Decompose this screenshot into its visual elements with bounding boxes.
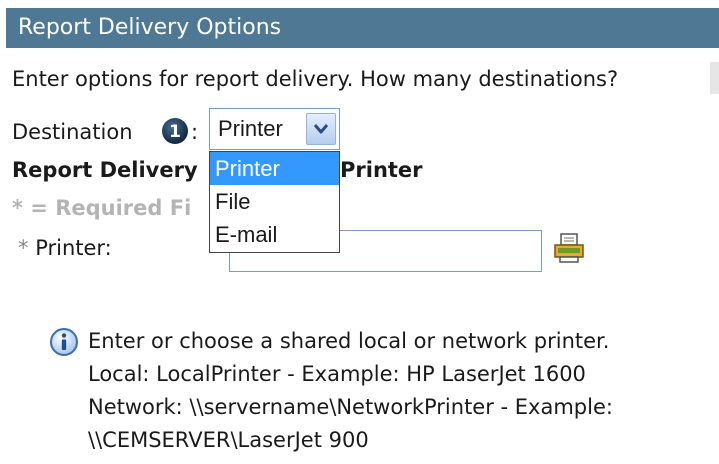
help-line: \\CEMSERVER\LaserJet 900: [88, 428, 369, 452]
help-line: Enter or choose a shared local or networ…: [88, 329, 610, 353]
section-heading: Report Delivery: [12, 158, 198, 182]
chevron-down-icon: [313, 124, 329, 134]
report-delivery-panel: Report Delivery Options Enter options fo…: [0, 0, 719, 464]
step-number: 1: [169, 122, 181, 142]
destination-select-value: Printer: [218, 116, 283, 141]
section-heading-suffix: Printer: [340, 158, 423, 182]
printer-icon[interactable]: [552, 232, 586, 264]
panel-title: Report Delivery Options: [18, 15, 282, 40]
required-field-note: * = Required Fi: [12, 196, 192, 220]
destination-label: Destination: [12, 120, 133, 144]
destination-dropdown-list: Printer File E-mail: [209, 151, 340, 253]
panel-header: Report Delivery Options: [6, 8, 719, 48]
destination-colon: :: [191, 120, 199, 144]
info-icon: [50, 328, 78, 356]
help-line: Local: LocalPrinter - Example: HP LaserJ…: [88, 362, 586, 386]
printer-help-text: Enter or choose a shared local or networ…: [88, 325, 613, 457]
intro-text: Enter options for report delivery. How m…: [12, 67, 619, 91]
help-line: Network: \\servername\NetworkPrinter - E…: [88, 395, 613, 419]
dropdown-option-email[interactable]: E-mail: [210, 218, 339, 251]
dropdown-option-printer[interactable]: Printer: [210, 152, 339, 185]
dropdown-option-file[interactable]: File: [210, 185, 339, 218]
required-star: *: [18, 236, 29, 260]
step-number-badge-icon: 1: [162, 118, 188, 144]
scrollbar-edge: [710, 62, 719, 94]
printer-field-label: * Printer:: [18, 235, 112, 261]
destination-dropdown-button[interactable]: [306, 113, 336, 145]
destination-select[interactable]: Printer: [209, 108, 340, 150]
printer-label-text: Printer:: [35, 236, 112, 260]
